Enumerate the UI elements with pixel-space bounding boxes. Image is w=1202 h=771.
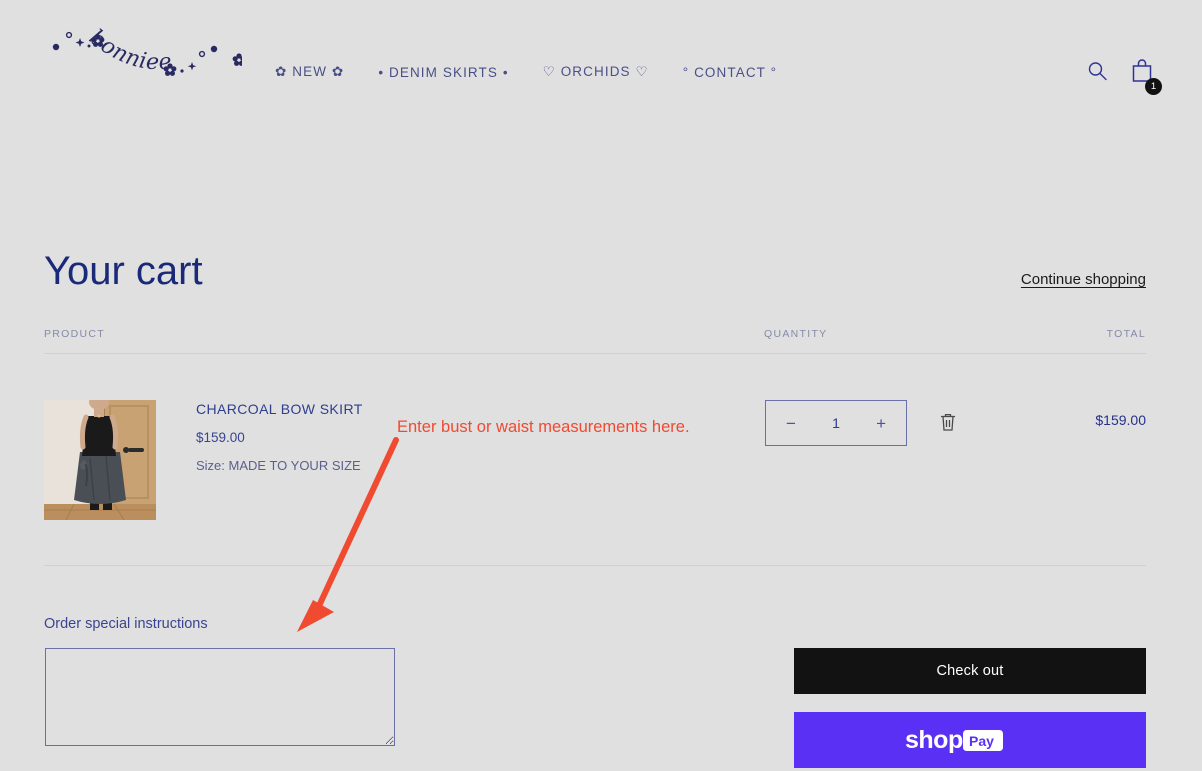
quantity-stepper[interactable]: − 1 + [765,400,907,446]
product-thumbnail[interactable] [44,400,156,520]
cart-count-badge: 1 [1145,78,1162,95]
nav-item-orchids[interactable]: ♡ ORCHIDS ♡ [543,64,649,80]
nav-item-new[interactable]: ✿ NEW ✿ [275,64,344,80]
product-variant: Size: MADE TO YOUR SIZE [196,458,361,473]
annotation-text: Enter bust or waist measurements here. [397,418,690,436]
site-header: bonniee ✿ NEW ✿ • DENIM SKIRTS • ♡ ORCHI… [0,0,1202,115]
product-unit-price: $159.00 [196,430,245,445]
column-header-quantity: QUANTITY [764,328,828,340]
quantity-decrease-button[interactable]: − [780,411,802,436]
line-item-total: $159.00 [1095,412,1146,428]
cart-page: bonniee ✿ NEW ✿ • DENIM SKIRTS • ♡ ORCHI… [0,0,1202,771]
shop-pay-button[interactable]: shop Pay [794,712,1146,768]
product-details: CHARCOAL BOW SKIRT $159.00 Size: MADE TO… [196,401,363,473]
column-header-product: PRODUCT [44,328,106,340]
cart-table-header: PRODUCT QUANTITY TOTAL [44,328,1146,350]
checkout-button[interactable]: Check out [794,648,1146,694]
cart-header-row: Your cart Continue shopping [44,250,1146,292]
quantity-increase-button[interactable]: + [870,411,892,436]
site-logo[interactable]: bonniee [42,8,242,88]
nav-item-contact[interactable]: ° CONTACT ° [683,65,777,80]
shop-pay-logo: shop Pay [905,726,1003,754]
page-title: Your cart [44,249,203,293]
nav-item-denim-skirts[interactable]: • DENIM SKIRTS • [378,65,508,80]
product-title[interactable]: CHARCOAL BOW SKIRT [196,401,363,417]
header-actions: 1 [1086,58,1162,95]
quantity-value: 1 [832,415,840,431]
search-icon[interactable] [1086,60,1108,87]
remove-item-button[interactable] [939,412,957,435]
trash-icon [941,413,955,431]
svg-text:bonniee: bonniee [84,25,173,75]
divider-bottom [44,565,1146,566]
order-instructions-label: Order special instructions [44,616,208,632]
svg-text:shop: shop [905,726,963,754]
logo-wordmark: bonniee [84,25,172,75]
divider-top [44,353,1146,354]
cart-icon[interactable]: 1 [1130,58,1162,95]
column-header-total: TOTAL [1106,328,1146,340]
continue-shopping-link[interactable]: Continue shopping [1021,271,1146,292]
logo-graphic: bonniee [52,25,242,76]
svg-text:Pay: Pay [969,733,994,749]
main-navigation: ✿ NEW ✿ • DENIM SKIRTS • ♡ ORCHIDS ♡ ° C… [275,64,777,80]
product-image [44,400,156,520]
order-instructions-input[interactable] [45,648,395,746]
